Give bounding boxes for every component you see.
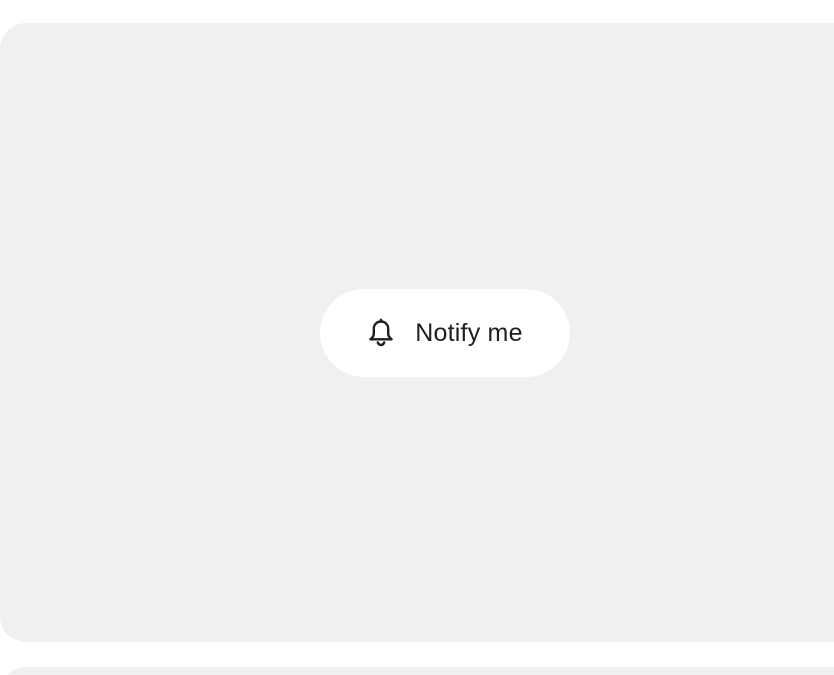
page: Notify me	[0, 0, 834, 675]
notify-me-label: Notify me	[415, 318, 523, 347]
bell-icon	[367, 318, 395, 348]
notify-me-button[interactable]: Notify me	[320, 289, 570, 377]
next-media-panel	[0, 667, 834, 675]
